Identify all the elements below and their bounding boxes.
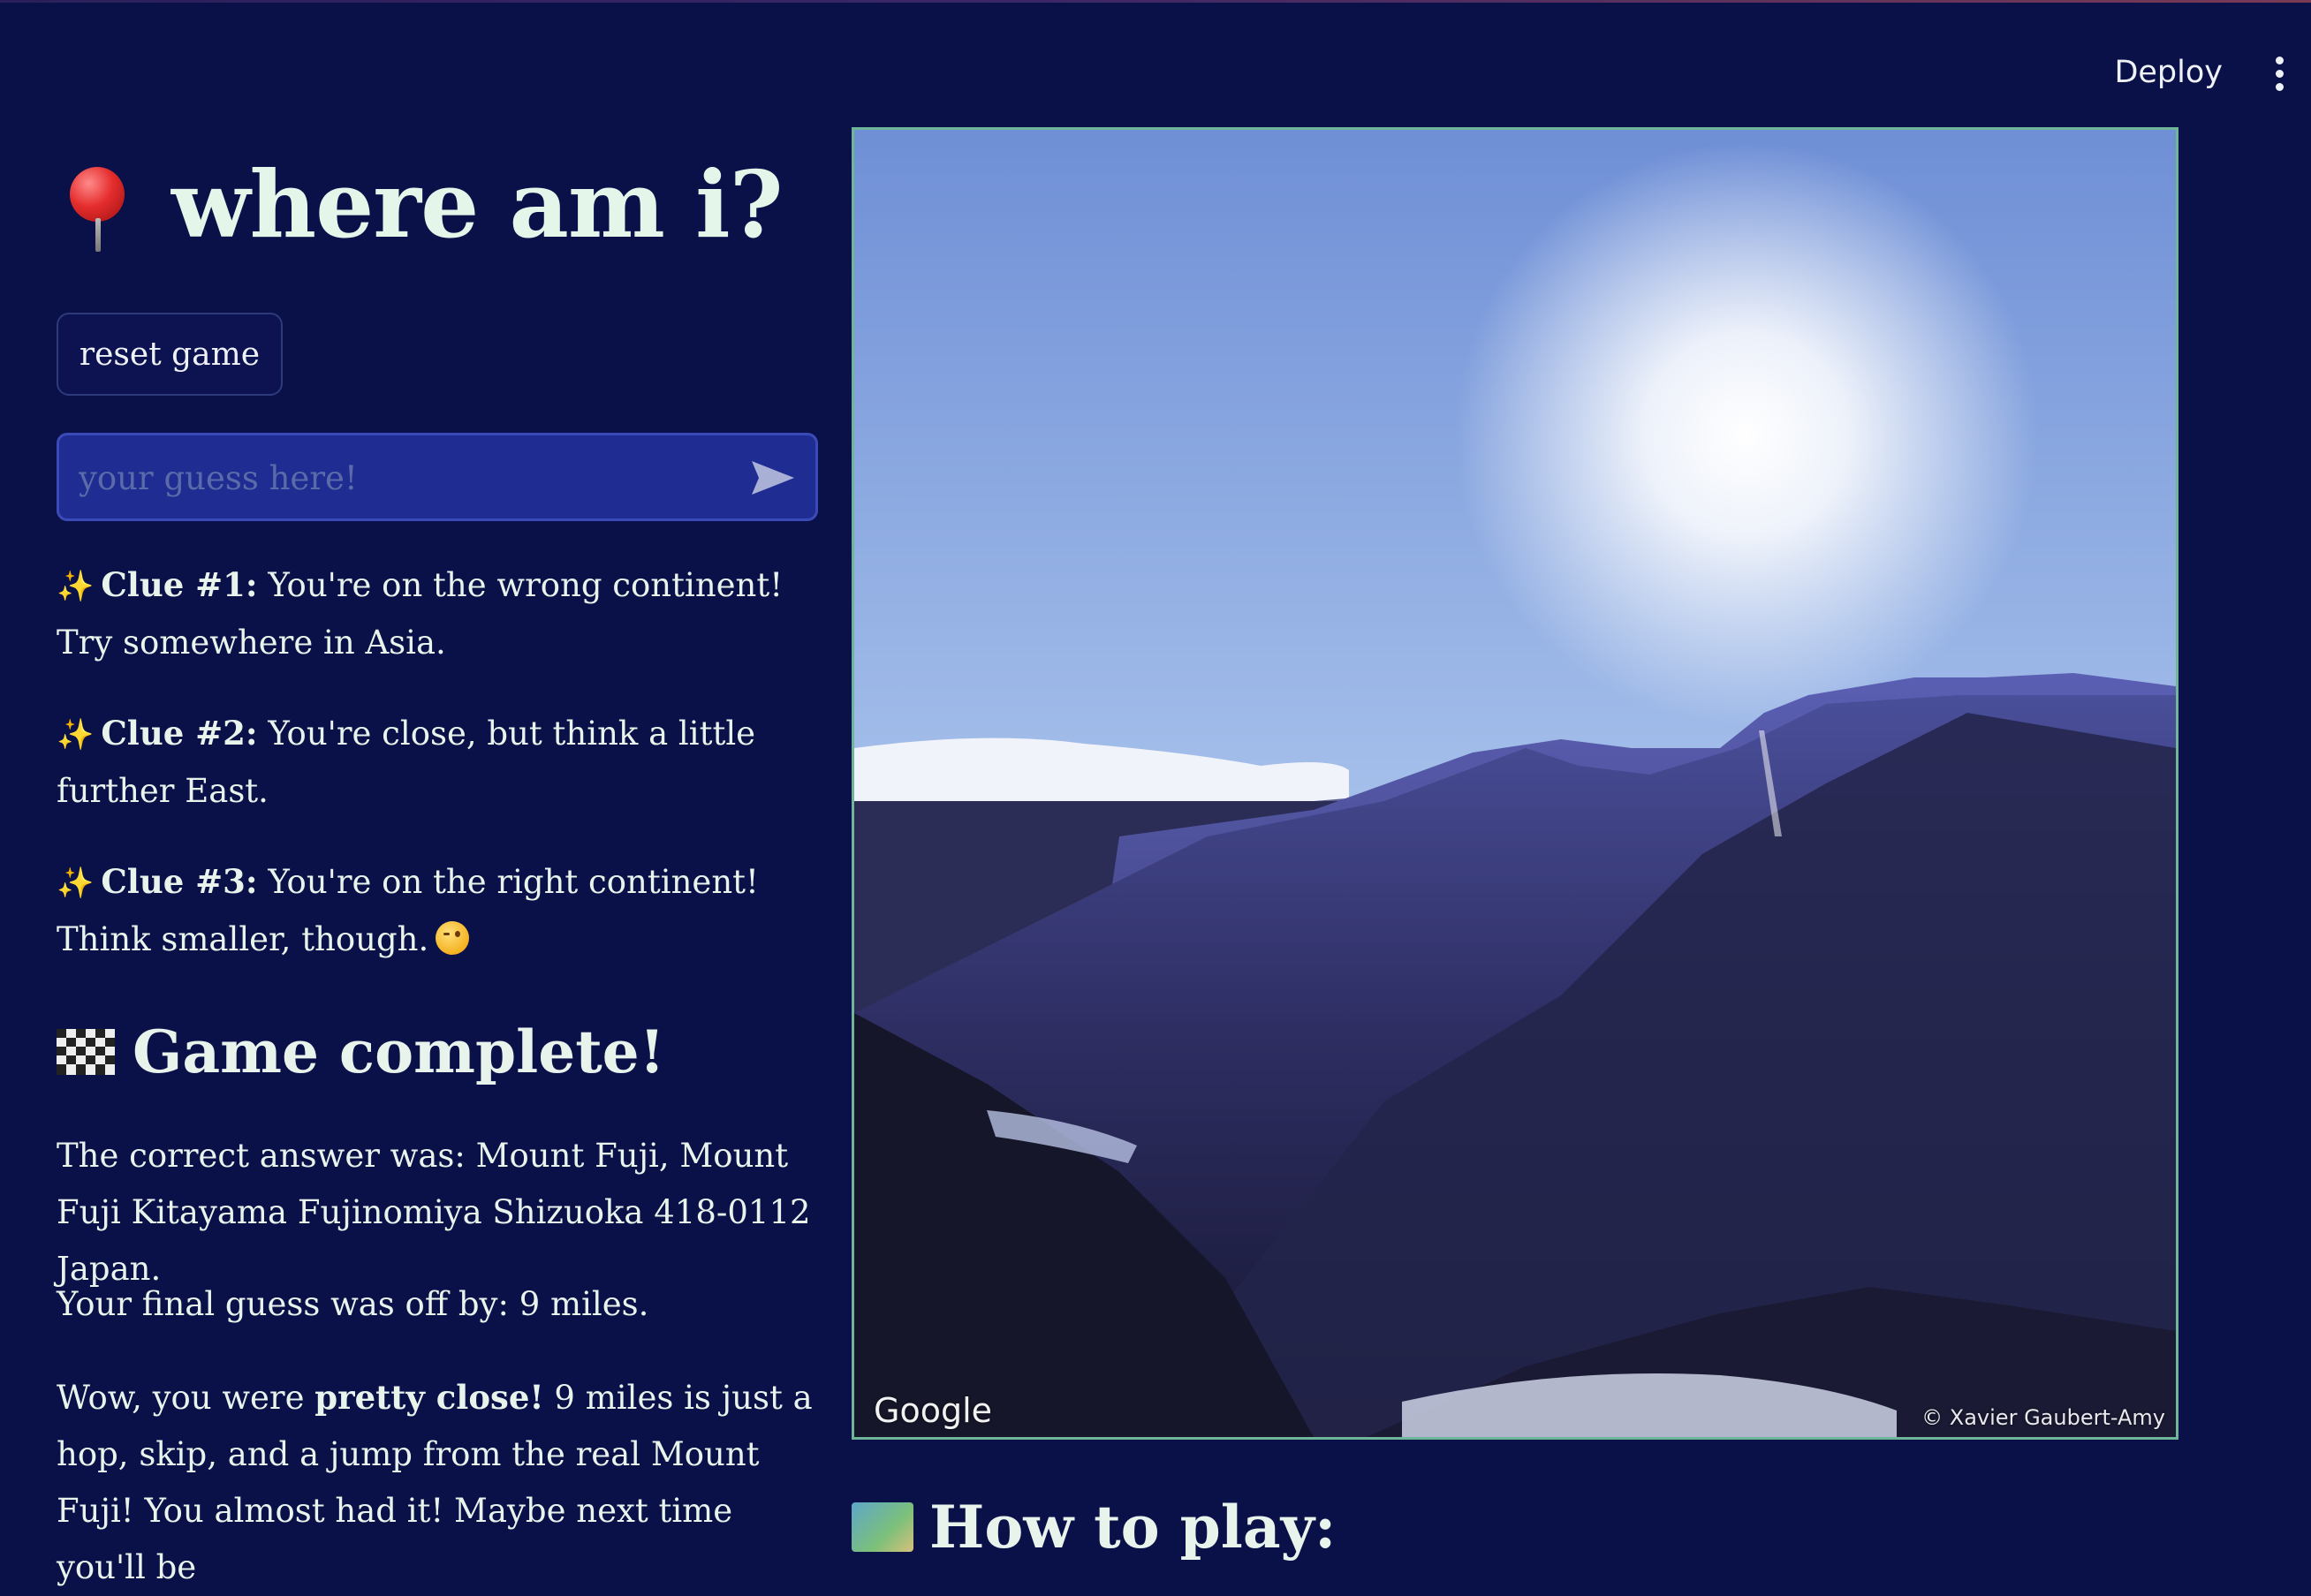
reset-game-button[interactable]: reset game	[57, 313, 283, 396]
sparkles-icon: ✨	[57, 717, 95, 753]
clue-2: ✨ Clue #2: You're close, but think a litt…	[57, 705, 825, 820]
clue-label: Clue #1:	[101, 565, 258, 604]
clue-1: ✨ Clue #1: You're on the wrong continent!…	[57, 556, 825, 671]
photo-attribution: © Xavier Gaubert-Amy	[1921, 1405, 2165, 1430]
checkered-flag-icon	[57, 1029, 115, 1075]
main-menu-icon[interactable]	[2265, 57, 2293, 94]
guess-input[interactable]	[77, 451, 734, 504]
street-view-image: Google © Xavier Gaubert-Amy	[852, 127, 2178, 1440]
feedback-text: Wow, you were pretty close! 9 miles is j…	[57, 1369, 825, 1596]
google-logo: Google	[874, 1391, 993, 1430]
sparkles-icon: ✨	[57, 866, 95, 901]
clue-label: Clue #3:	[101, 862, 258, 901]
game-complete-heading: Game complete!	[57, 1017, 665, 1086]
deploy-button[interactable]: Deploy	[2114, 55, 2223, 90]
clue-3: ✨ Clue #3: You're on the right continent!…	[57, 853, 825, 968]
title-text: where am i?	[171, 150, 784, 259]
round-pushpin-icon	[62, 156, 133, 253]
how-to-play-text: How to play:	[929, 1493, 1337, 1562]
how-to-play-heading: How to play:	[852, 1493, 1336, 1562]
clue-label: Clue #2:	[101, 714, 258, 753]
sparkles-icon: ✨	[57, 569, 95, 604]
feedback-prefix: Wow, you were	[57, 1379, 315, 1417]
app-header: Deploy	[0, 0, 2311, 124]
game-complete-text: Game complete!	[133, 1017, 665, 1086]
answer-text: The correct answer was: Mount Fuji, Moun…	[57, 1137, 811, 1288]
feedback-bold: pretty close!	[314, 1378, 544, 1417]
world-map-icon	[852, 1502, 913, 1552]
winking-face-icon	[436, 921, 470, 955]
guess-input-box	[57, 433, 818, 521]
send-icon[interactable]	[750, 458, 796, 497]
guess-distance-text: Your final guess was off by: 9 miles.	[57, 1285, 649, 1323]
page-title: where am i?	[62, 150, 784, 259]
